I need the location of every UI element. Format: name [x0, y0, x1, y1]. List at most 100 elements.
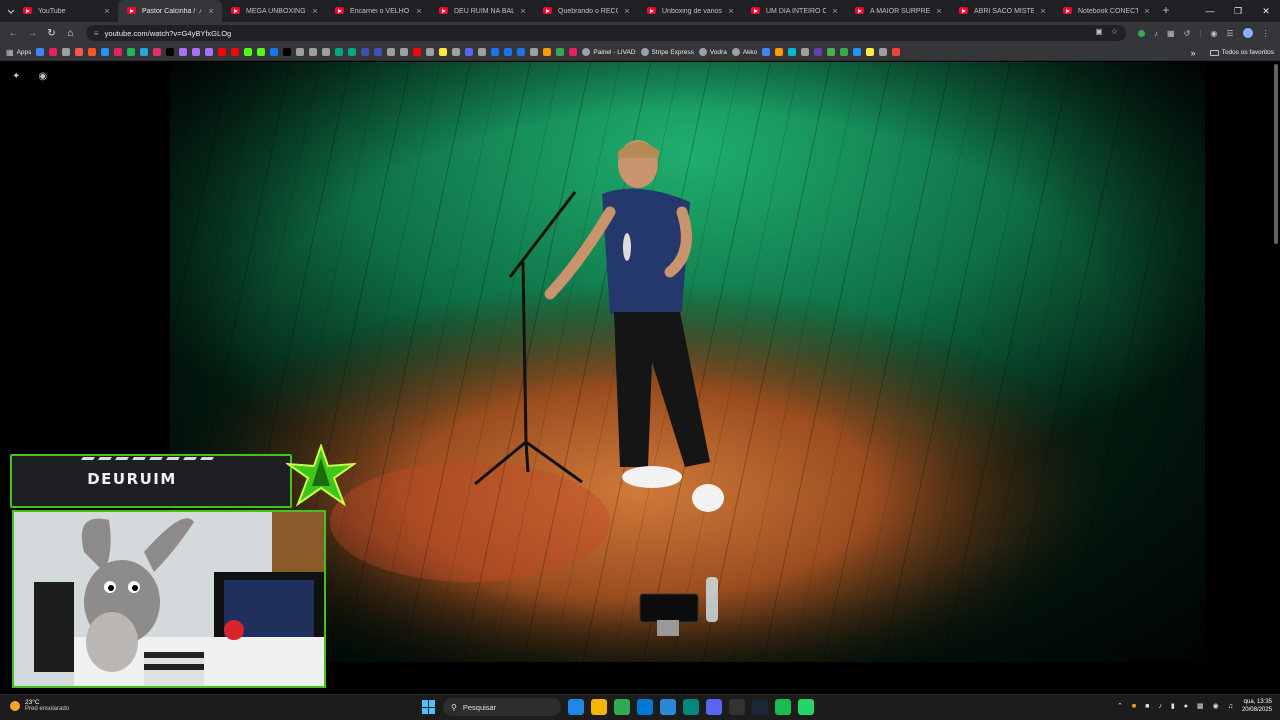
bookmark-item[interactable] — [309, 48, 318, 56]
tray-chevron-icon[interactable]: ⌃ — [1117, 702, 1123, 710]
start-icon[interactable] — [422, 700, 436, 714]
bookmark-item[interactable] — [465, 48, 474, 56]
magic-wand-icon[interactable]: ✦ — [12, 71, 20, 82]
bookmark-item[interactable] — [348, 48, 357, 56]
bookmark-item[interactable] — [866, 48, 875, 56]
bookmark-item[interactable] — [127, 48, 136, 56]
bookmark-item[interactable] — [88, 48, 97, 56]
bookmark-item[interactable] — [140, 48, 149, 56]
obs-icon[interactable] — [729, 699, 745, 715]
forward-icon[interactable]: → — [23, 28, 42, 39]
store-icon[interactable] — [660, 699, 676, 715]
browser-tab[interactable]: YouTube × — [14, 0, 118, 22]
bookmark-item[interactable] — [283, 48, 292, 56]
bookmark-item[interactable] — [62, 48, 71, 56]
bookmark-item[interactable] — [166, 48, 175, 56]
bookmark-item[interactable] — [49, 48, 58, 56]
bookmark-item[interactable] — [192, 48, 201, 56]
bookmark-item[interactable]: Vodra — [698, 48, 727, 56]
bookmark-item[interactable] — [374, 48, 383, 56]
bookmark-item[interactable] — [439, 48, 448, 56]
chrome-icon[interactable] — [614, 699, 630, 715]
install-icon[interactable]: ▣ — [1095, 27, 1103, 36]
close-tab-icon[interactable]: × — [726, 6, 736, 16]
browser-tab[interactable]: Encarnei o VELHO da L × — [326, 0, 430, 22]
bookmark-item[interactable] — [530, 48, 539, 56]
bookmark-item[interactable] — [270, 48, 279, 56]
back-icon[interactable]: ← — [4, 28, 23, 39]
bookmark-item[interactable] — [556, 48, 565, 56]
bookmark-item[interactable] — [426, 48, 435, 56]
bookmark-item[interactable] — [879, 48, 888, 56]
bookmark-item[interactable] — [400, 48, 409, 56]
bookmark-item[interactable] — [491, 48, 500, 56]
bookmark-item[interactable] — [153, 48, 162, 56]
bookmark-item[interactable] — [205, 48, 214, 56]
bookmark-item[interactable] — [257, 48, 266, 56]
bookmark-item[interactable] — [801, 48, 810, 56]
extensions-icon[interactable]: ▦ — [1167, 29, 1175, 38]
close-window-icon[interactable]: ✕ — [1252, 0, 1280, 22]
browser-tab[interactable]: Quebrando o RECORD × — [534, 0, 638, 22]
close-tab-icon[interactable]: × — [830, 6, 840, 16]
video-viewport[interactable]: ✦ ◉ DEURUIM — [0, 62, 1280, 694]
bookmark-item[interactable] — [775, 48, 784, 56]
bookmark-item[interactable] — [788, 48, 797, 56]
home-icon[interactable]: ⌂ — [61, 28, 80, 39]
minimize-icon[interactable]: — — [1196, 0, 1224, 22]
profile-avatar[interactable] — [1242, 28, 1253, 38]
bookmark-item[interactable] — [179, 48, 188, 56]
close-tab-icon[interactable]: × — [1038, 6, 1048, 16]
browser-tab[interactable]: Pastor Calcinha / Bi♪× — [118, 0, 222, 22]
all-bookmarks[interactable]: Todos os favoritos — [1209, 49, 1274, 56]
file-explorer-icon[interactable] — [591, 699, 607, 715]
language-icon[interactable]: ▦ — [1197, 702, 1204, 710]
bookmark-item[interactable] — [478, 48, 487, 56]
outlook-icon[interactable] — [637, 699, 653, 715]
menu-icon[interactable]: ⋮ — [1262, 29, 1270, 38]
audio-playing-icon[interactable]: ♪ — [199, 8, 203, 15]
bookmark-item[interactable] — [36, 48, 45, 56]
browser-tab[interactable]: A MAIOR SURPRESA D × — [846, 0, 950, 22]
speaker-icon[interactable]: ♫ — [1228, 703, 1233, 710]
sidepanel-icon[interactable]: ☰ — [1226, 29, 1233, 38]
spotify-icon[interactable] — [775, 699, 791, 715]
bookmark-item[interactable] — [322, 48, 331, 56]
more-bookmarks-icon[interactable]: » — [1191, 48, 1196, 58]
bookmark-star-icon[interactable]: ☆ — [1111, 27, 1118, 36]
incognito-icon[interactable]: ◉ — [1210, 29, 1217, 38]
close-tab-icon[interactable]: × — [622, 6, 632, 16]
bookmark-item[interactable] — [296, 48, 305, 56]
browser-tab[interactable]: DEU RUIM NA BALANÇ × — [430, 0, 534, 22]
discord-icon[interactable] — [706, 699, 722, 715]
browser-tab[interactable]: ABRI SACO MISTERIOS × — [950, 0, 1054, 22]
tray-app-icon[interactable]: ■ — [1132, 703, 1136, 710]
steam-icon[interactable] — [752, 699, 768, 715]
bookmark-item[interactable] — [218, 48, 227, 56]
bookmark-item[interactable] — [543, 48, 552, 56]
battery-icon[interactable]: ▮ — [1171, 702, 1175, 710]
bookmark-item[interactable] — [452, 48, 461, 56]
extension-green-icon[interactable] — [1138, 29, 1145, 37]
clock[interactable]: qua, 13:35 20/08/2025 — [1242, 698, 1272, 714]
bookmark-item[interactable] — [335, 48, 344, 56]
media-control-icon[interactable]: ♪ — [1154, 29, 1158, 38]
bookmark-item[interactable] — [114, 48, 123, 56]
close-tab-icon[interactable]: × — [310, 6, 320, 16]
browser-tab[interactable]: UM DIA INTEIRO COM × — [742, 0, 846, 22]
bookmark-item[interactable] — [244, 48, 253, 56]
volume-icon[interactable]: ♪ — [1158, 703, 1162, 710]
tray-app2-icon[interactable]: ■ — [1145, 703, 1149, 710]
browser-tab[interactable]: Notebook CONECTAD × — [1054, 0, 1158, 22]
edge-icon[interactable] — [568, 699, 584, 715]
bookmark-item[interactable] — [814, 48, 823, 56]
camera-icon[interactable]: ◉ — [38, 71, 47, 82]
bookmark-item[interactable] — [827, 48, 836, 56]
photos-icon[interactable] — [683, 699, 699, 715]
bookmark-item[interactable] — [840, 48, 849, 56]
address-bar[interactable]: ≡ youtube.com/watch?v=G4yBYfxGLOg ▣ ☆ — [86, 25, 1126, 41]
network-icon[interactable]: ◉ — [1213, 702, 1219, 710]
bookmark-item[interactable] — [413, 48, 422, 56]
weather-widget[interactable]: 23°C Pred ensolarado — [10, 699, 69, 712]
bookmark-item[interactable] — [231, 48, 240, 56]
